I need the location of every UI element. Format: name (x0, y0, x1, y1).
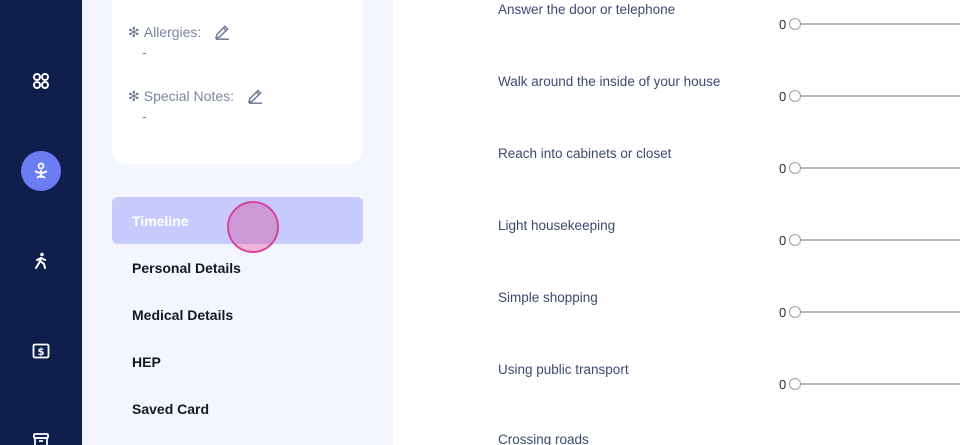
slider-track[interactable] (801, 383, 960, 385)
app-root: $ ✻ Allergies: - ✻ Special Notes: - Time… (0, 0, 960, 445)
menu-item-personal-details[interactable]: Personal Details (112, 244, 363, 291)
slider-handle[interactable] (789, 162, 801, 174)
question-slider[interactable]: 0 (779, 88, 960, 104)
question-label: Using public transport (498, 362, 629, 377)
question-slider[interactable]: 0 (779, 376, 960, 392)
special-notes-label: Special Notes: (143, 88, 235, 104)
asterisk-icon: ✻ (128, 24, 140, 40)
click-indicator (227, 201, 279, 253)
slider-track[interactable] (801, 23, 960, 25)
slider-handle[interactable] (789, 234, 801, 246)
special-notes-value: - (142, 108, 147, 124)
question-label: Walk around the inside of your house (498, 74, 721, 89)
allergies-value: - (142, 44, 147, 60)
menu-item-saved-card[interactable]: Saved Card (112, 385, 363, 432)
svg-text:$: $ (38, 347, 45, 358)
question-label: Reach into cabinets or closet (498, 146, 672, 161)
question-label: Simple shopping (498, 290, 598, 305)
slider-handle[interactable] (789, 306, 801, 318)
slider-value: 0 (779, 160, 787, 176)
slider-handle[interactable] (789, 378, 801, 390)
grid-icon (33, 73, 49, 89)
allergies-field: ✻ Allergies: - (128, 22, 231, 60)
question-label: Light housekeeping (498, 218, 616, 233)
question-slider[interactable]: 0 (779, 16, 960, 32)
rail-dashboard-button[interactable] (21, 61, 61, 101)
rail-archive-button[interactable] (21, 421, 61, 445)
slider-value: 0 (779, 304, 787, 320)
exercise-icon (35, 252, 46, 269)
slider-value: 0 (779, 232, 787, 248)
slider-track[interactable] (801, 167, 960, 169)
menu-item-hep[interactable]: HEP (112, 338, 363, 385)
question-slider[interactable]: 0 (779, 304, 960, 320)
questionnaire-panel: Answer the door or telephone 0 Walk arou… (393, 0, 960, 445)
slider-track[interactable] (801, 95, 960, 97)
question-label: Answer the door or telephone (498, 2, 676, 17)
patient-icon (34, 162, 48, 179)
asterisk-icon: ✻ (128, 88, 140, 104)
rail-billing-button[interactable]: $ (21, 331, 61, 371)
slider-value: 0 (779, 16, 787, 32)
special-notes-field: ✻ Special Notes: - (128, 86, 264, 124)
slider-handle[interactable] (789, 90, 801, 102)
menu-item-medical-details[interactable]: Medical Details (112, 291, 363, 338)
slider-track[interactable] (801, 239, 960, 241)
edit-special-notes-icon[interactable] (246, 87, 264, 105)
question-slider[interactable]: 0 (779, 160, 960, 176)
edit-allergies-icon[interactable] (213, 23, 231, 41)
slider-track[interactable] (801, 311, 960, 313)
slider-value: 0 (779, 88, 787, 104)
left-rail: $ (0, 0, 82, 445)
slider-handle[interactable] (789, 18, 801, 30)
rail-exercises-button[interactable] (21, 241, 61, 281)
archive-icon (33, 433, 49, 445)
patient-info-card: ✻ Allergies: - ✻ Special Notes: - (112, 0, 362, 164)
billing-icon: $ (32, 343, 50, 359)
question-slider[interactable]: 0 (779, 232, 960, 248)
slider-value: 0 (779, 376, 787, 392)
question-label: Crossing roads (498, 432, 589, 445)
allergies-label: Allergies: (143, 24, 202, 40)
rail-patients-button[interactable] (21, 151, 61, 191)
